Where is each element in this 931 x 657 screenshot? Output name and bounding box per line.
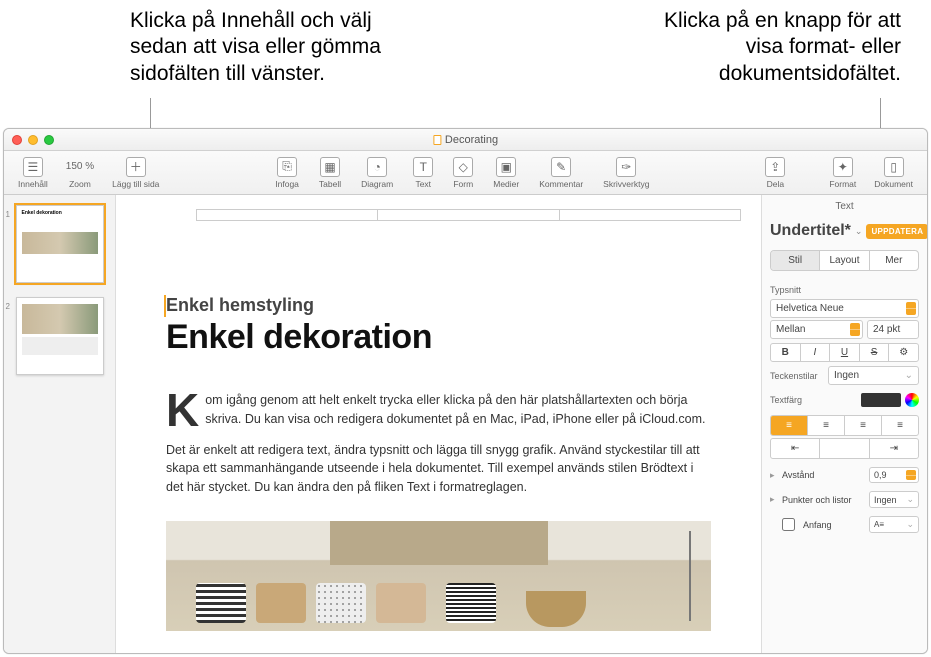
table-button[interactable]: ▦Tabell <box>313 155 347 191</box>
align-justify-button[interactable]: ≡ <box>882 416 918 435</box>
body-paragraph-1[interactable]: K om igång genom att helt enkelt trycka … <box>166 391 711 429</box>
font-size-field[interactable]: 24 pkt <box>867 320 919 339</box>
indent-none-button[interactable] <box>820 439 869 458</box>
view-button[interactable]: ☰ Innehåll <box>12 155 54 191</box>
subtitle-text[interactable]: Enkel hemstyling <box>166 295 711 316</box>
fullscreen-window-button[interactable] <box>44 135 54 145</box>
draw-button[interactable]: ✑Skrivverktyg <box>597 155 655 191</box>
chart-button[interactable]: ◔Diagram <box>355 155 399 191</box>
advanced-gear-button[interactable]: ⚙ <box>889 344 918 361</box>
callout-line-left <box>150 98 151 128</box>
titlebar: Decorating <box>4 129 927 151</box>
document-title: Decorating <box>433 134 498 146</box>
tab-style[interactable]: Stil <box>771 251 820 270</box>
text-button[interactable]: TText <box>407 155 439 191</box>
align-right-button[interactable]: ≡ <box>845 416 882 435</box>
minimize-window-button[interactable] <box>28 135 38 145</box>
callout-left: Klicka på Innehåll och välj sedan att vi… <box>130 8 430 128</box>
comment-button[interactable]: ✎Kommentar <box>533 155 589 191</box>
add-page-icon: ＋ <box>126 157 146 177</box>
align-left-button[interactable]: ≡ <box>771 416 808 435</box>
chart-icon: ◔ <box>367 157 387 177</box>
callout-line-right <box>880 98 881 128</box>
share-button[interactable]: ⇪Dela <box>759 155 791 191</box>
insert-button[interactable]: ⎘Infoga <box>269 155 305 191</box>
shape-icon: ◇ <box>453 157 473 177</box>
outdent-button[interactable]: ⇤ <box>771 439 820 458</box>
thumbnail-sidebar: 1 Enkel dekoration 2 <box>4 195 116 653</box>
indent-button[interactable]: ⇥ <box>870 439 918 458</box>
italic-button[interactable]: I <box>801 344 831 361</box>
bullets-picker[interactable]: Ingen⌄ <box>869 491 919 508</box>
zoom-value: 150 % <box>66 157 94 177</box>
comment-icon: ✎ <box>551 157 571 177</box>
add-page-button[interactable]: ＋ Lägg till sida <box>106 155 165 191</box>
tab-layout[interactable]: Layout <box>820 251 869 270</box>
stepper-icon[interactable] <box>906 470 916 480</box>
indent-segmented: ⇤ ⇥ <box>770 438 919 459</box>
text-icon: T <box>413 157 433 177</box>
dropcap: K <box>166 391 205 430</box>
disclosure-triangle-icon[interactable]: ▸ <box>770 470 778 481</box>
align-center-button[interactable]: ≡ <box>808 416 845 435</box>
toolbar: ☰ Innehåll 150 % Zoom ＋ Lägg till sida ⎘… <box>4 151 927 195</box>
color-wheel-button[interactable] <box>905 393 919 407</box>
insert-icon: ⎘ <box>277 157 297 177</box>
text-color-swatch[interactable] <box>861 393 901 407</box>
disclosure-triangle-icon[interactable]: ▸ <box>770 494 778 505</box>
bold-button[interactable]: B <box>771 344 801 361</box>
document-panel-icon: ▯ <box>884 157 904 177</box>
page-thumbnail-1[interactable]: 1 Enkel dekoration <box>16 205 104 283</box>
hero-image[interactable] <box>166 521 711 631</box>
font-section-label: Typsnitt <box>762 281 927 297</box>
strike-button[interactable]: S <box>860 344 890 361</box>
text-cursor <box>164 295 166 317</box>
body-paragraph-2[interactable]: Det är enkelt att redigera text, ändra t… <box>166 441 711 497</box>
dropcap-checkbox[interactable] <box>782 518 795 531</box>
format-icon: ✦ <box>833 157 853 177</box>
spacing-label: Avstånd <box>782 470 865 480</box>
chevron-down-icon[interactable]: ⌄ <box>855 226 863 237</box>
h-align-segmented: ≡ ≡ ≡ ≡ <box>770 415 919 436</box>
thumb-number: 1 <box>6 210 10 219</box>
paragraph-style-picker[interactable]: Undertitel* <box>770 222 851 240</box>
app-window: Decorating ☰ Innehåll 150 % Zoom ＋ Lägg … <box>3 128 928 654</box>
font-weight-picker[interactable]: Mellan <box>770 320 863 339</box>
sidebar-icon: ☰ <box>23 157 43 177</box>
table-icon: ▦ <box>320 157 340 177</box>
bullets-label: Punkter och listor <box>782 495 865 505</box>
media-icon: ▣ <box>496 157 516 177</box>
text-style-buttons: B I U S ⚙ <box>770 343 919 362</box>
char-styles-picker[interactable]: Ingen⌄ <box>828 366 919 385</box>
spacing-field[interactable]: 0,9 <box>869 467 919 483</box>
shape-button[interactable]: ◇Form <box>447 155 479 191</box>
media-button[interactable]: ▣Medier <box>487 155 525 191</box>
close-window-button[interactable] <box>12 135 22 145</box>
stepper-icon[interactable] <box>906 302 916 315</box>
font-family-picker[interactable]: Helvetica Neue <box>770 299 919 318</box>
title-text[interactable]: Enkel dekoration <box>166 318 711 357</box>
dropcap-style-picker[interactable]: A≡⌄ <box>869 516 919 533</box>
zoom-dropdown[interactable]: 150 % Zoom <box>60 155 100 191</box>
inspector-header: Text <box>762 195 927 218</box>
inspector-tabs[interactable]: Stil Layout Mer <box>770 250 919 271</box>
document-canvas[interactable]: Enkel hemstyling Enkel dekoration K om i… <box>116 195 761 653</box>
tab-more[interactable]: Mer <box>870 251 918 270</box>
tab-ruler[interactable] <box>196 209 741 221</box>
underline-button[interactable]: U <box>830 344 860 361</box>
draw-icon: ✑ <box>616 157 636 177</box>
format-button[interactable]: ✦Format <box>823 155 862 191</box>
stepper-icon[interactable] <box>850 323 860 336</box>
dropcap-label: Anfang <box>803 520 865 530</box>
text-color-label: Textfärg <box>770 395 857 405</box>
page-thumbnail-2[interactable]: 2 <box>16 297 104 375</box>
update-style-button[interactable]: UPPDATERA <box>866 224 927 239</box>
document-icon <box>433 135 441 145</box>
thumb-number: 2 <box>6 302 10 311</box>
share-icon: ⇪ <box>765 157 785 177</box>
callout-right: Klicka på en knapp för att visa format- … <box>621 8 901 128</box>
char-styles-label: Teckenstilar <box>770 371 824 381</box>
document-button[interactable]: ▯Dokument <box>868 155 919 191</box>
format-inspector: Text Undertitel* ⌄ UPPDATERA Stil Layout… <box>761 195 927 653</box>
